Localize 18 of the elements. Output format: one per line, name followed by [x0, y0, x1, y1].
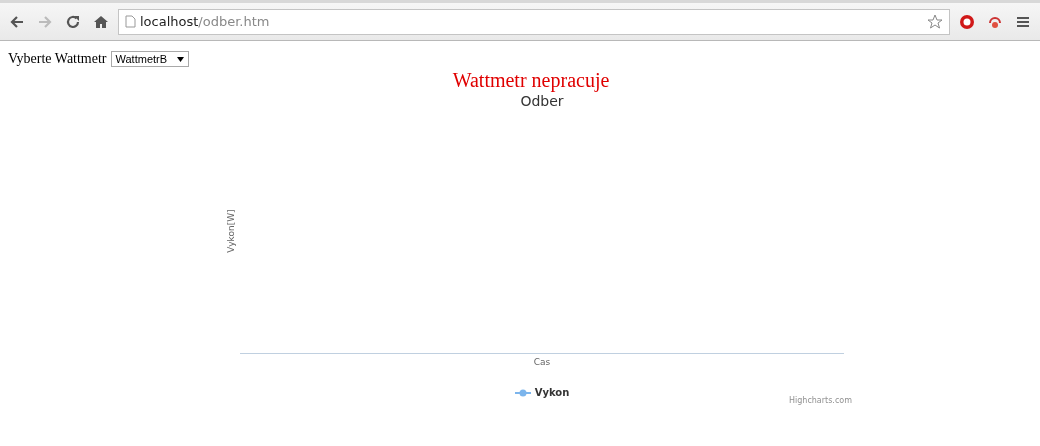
reload-icon[interactable] [65, 13, 81, 30]
address-bar[interactable]: localhost/odber.htm [118, 8, 950, 35]
menu-icon[interactable] [1017, 15, 1029, 28]
selector-label: Vyberte Wattmetr [8, 51, 107, 67]
star-icon[interactable] [927, 13, 943, 30]
extension-icon[interactable] [988, 14, 1002, 29]
y-axis-label: Vykon[W] [226, 209, 236, 253]
page-icon [125, 15, 136, 28]
back-arrow-icon[interactable] [9, 14, 25, 29]
url-path: /odber.htm [198, 14, 270, 29]
wattmeter-select[interactable]: WattmetrB [110, 51, 190, 67]
chart-title: Odber [519, 93, 565, 109]
home-icon[interactable] [93, 13, 109, 30]
status-message: Wattmetr nepracuje [451, 69, 611, 91]
url-host: localhost [140, 14, 199, 29]
legend-item[interactable]: Vykon [514, 387, 570, 398]
x-axis-label: Cas [532, 357, 552, 367]
dropdown-caret-icon [177, 56, 185, 62]
